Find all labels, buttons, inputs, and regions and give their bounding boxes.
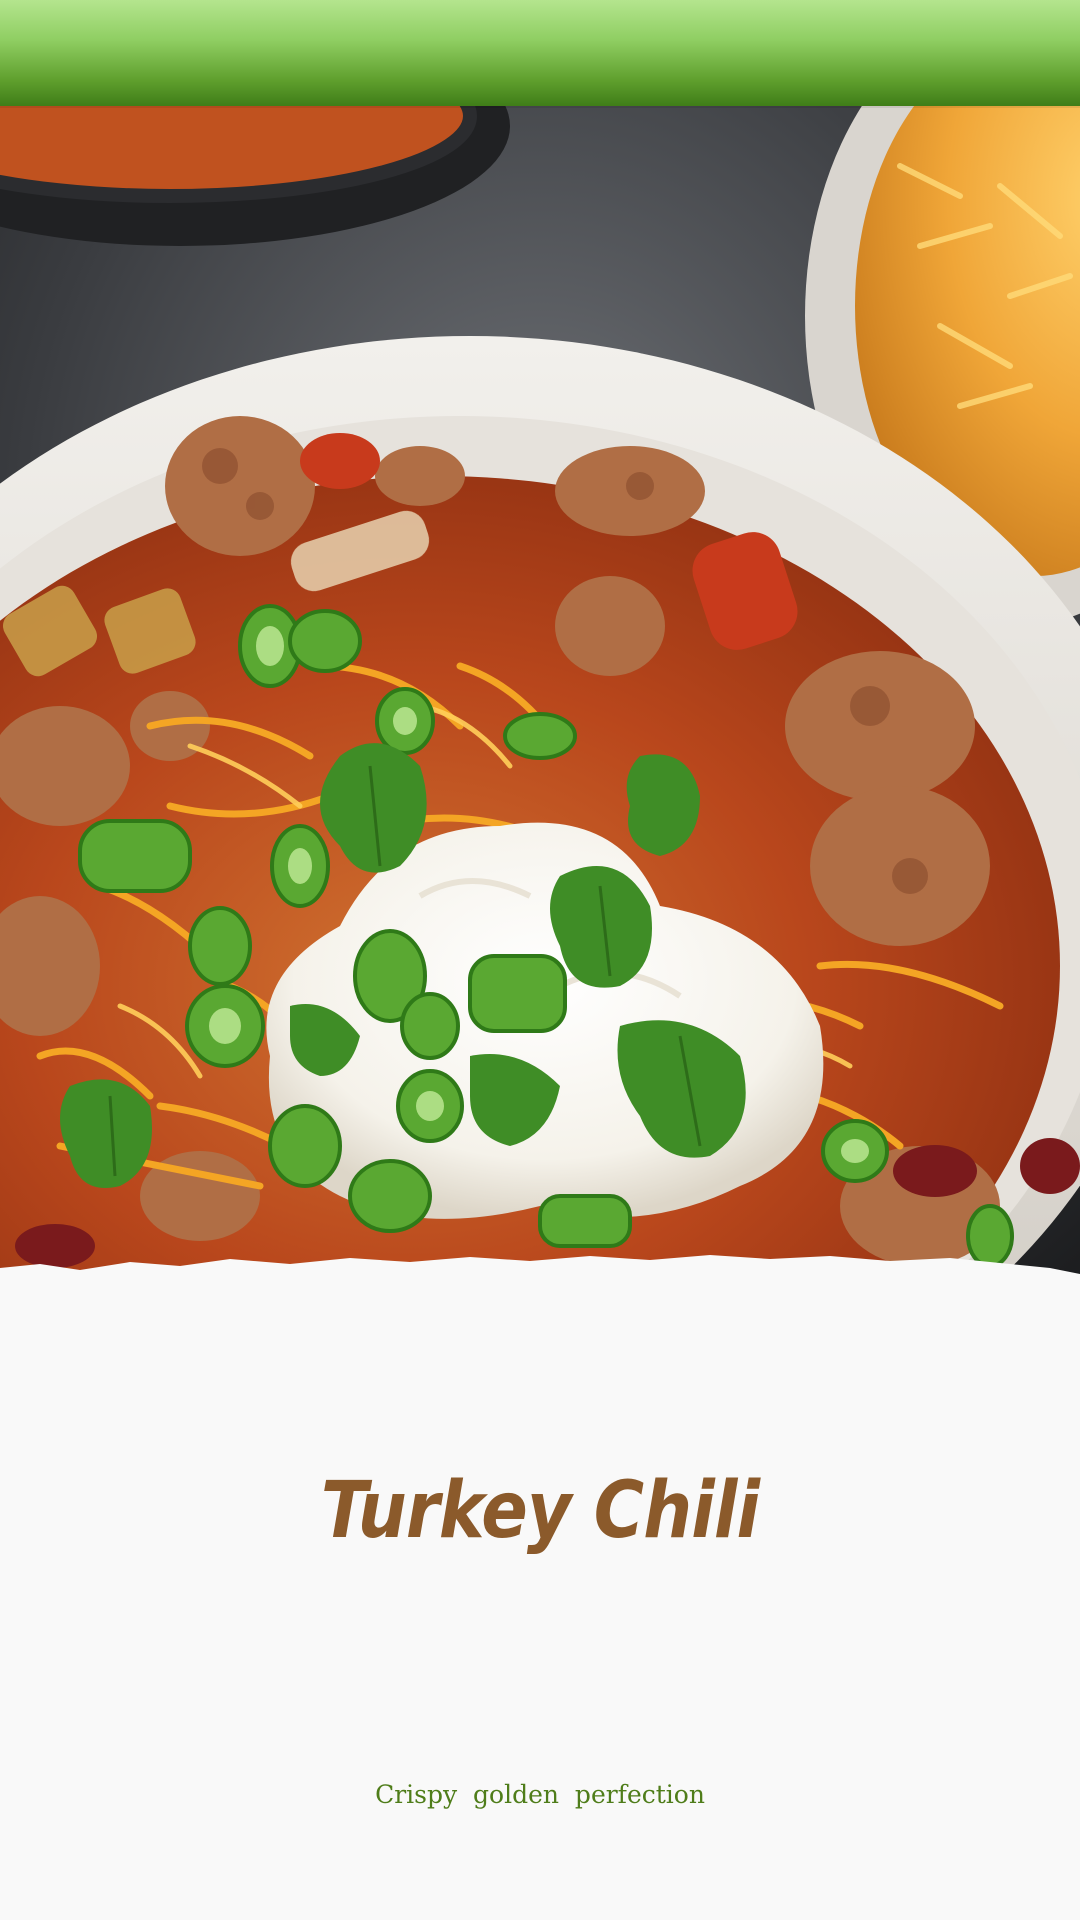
- hero-chili-photo: [0, 106, 1080, 1291]
- recipe-title: Turkey Chili: [320, 1466, 760, 1556]
- torn-paper-edge: [0, 1228, 1080, 1308]
- top-header-bar: [0, 0, 1080, 106]
- turkey-chili-bowl-photo-icon: [0, 106, 1080, 1291]
- recipe-card-screen: Turkey Chili Crispy golden perfection: [0, 0, 1080, 1920]
- recipe-subtitle: Crispy golden perfection: [375, 1780, 705, 1809]
